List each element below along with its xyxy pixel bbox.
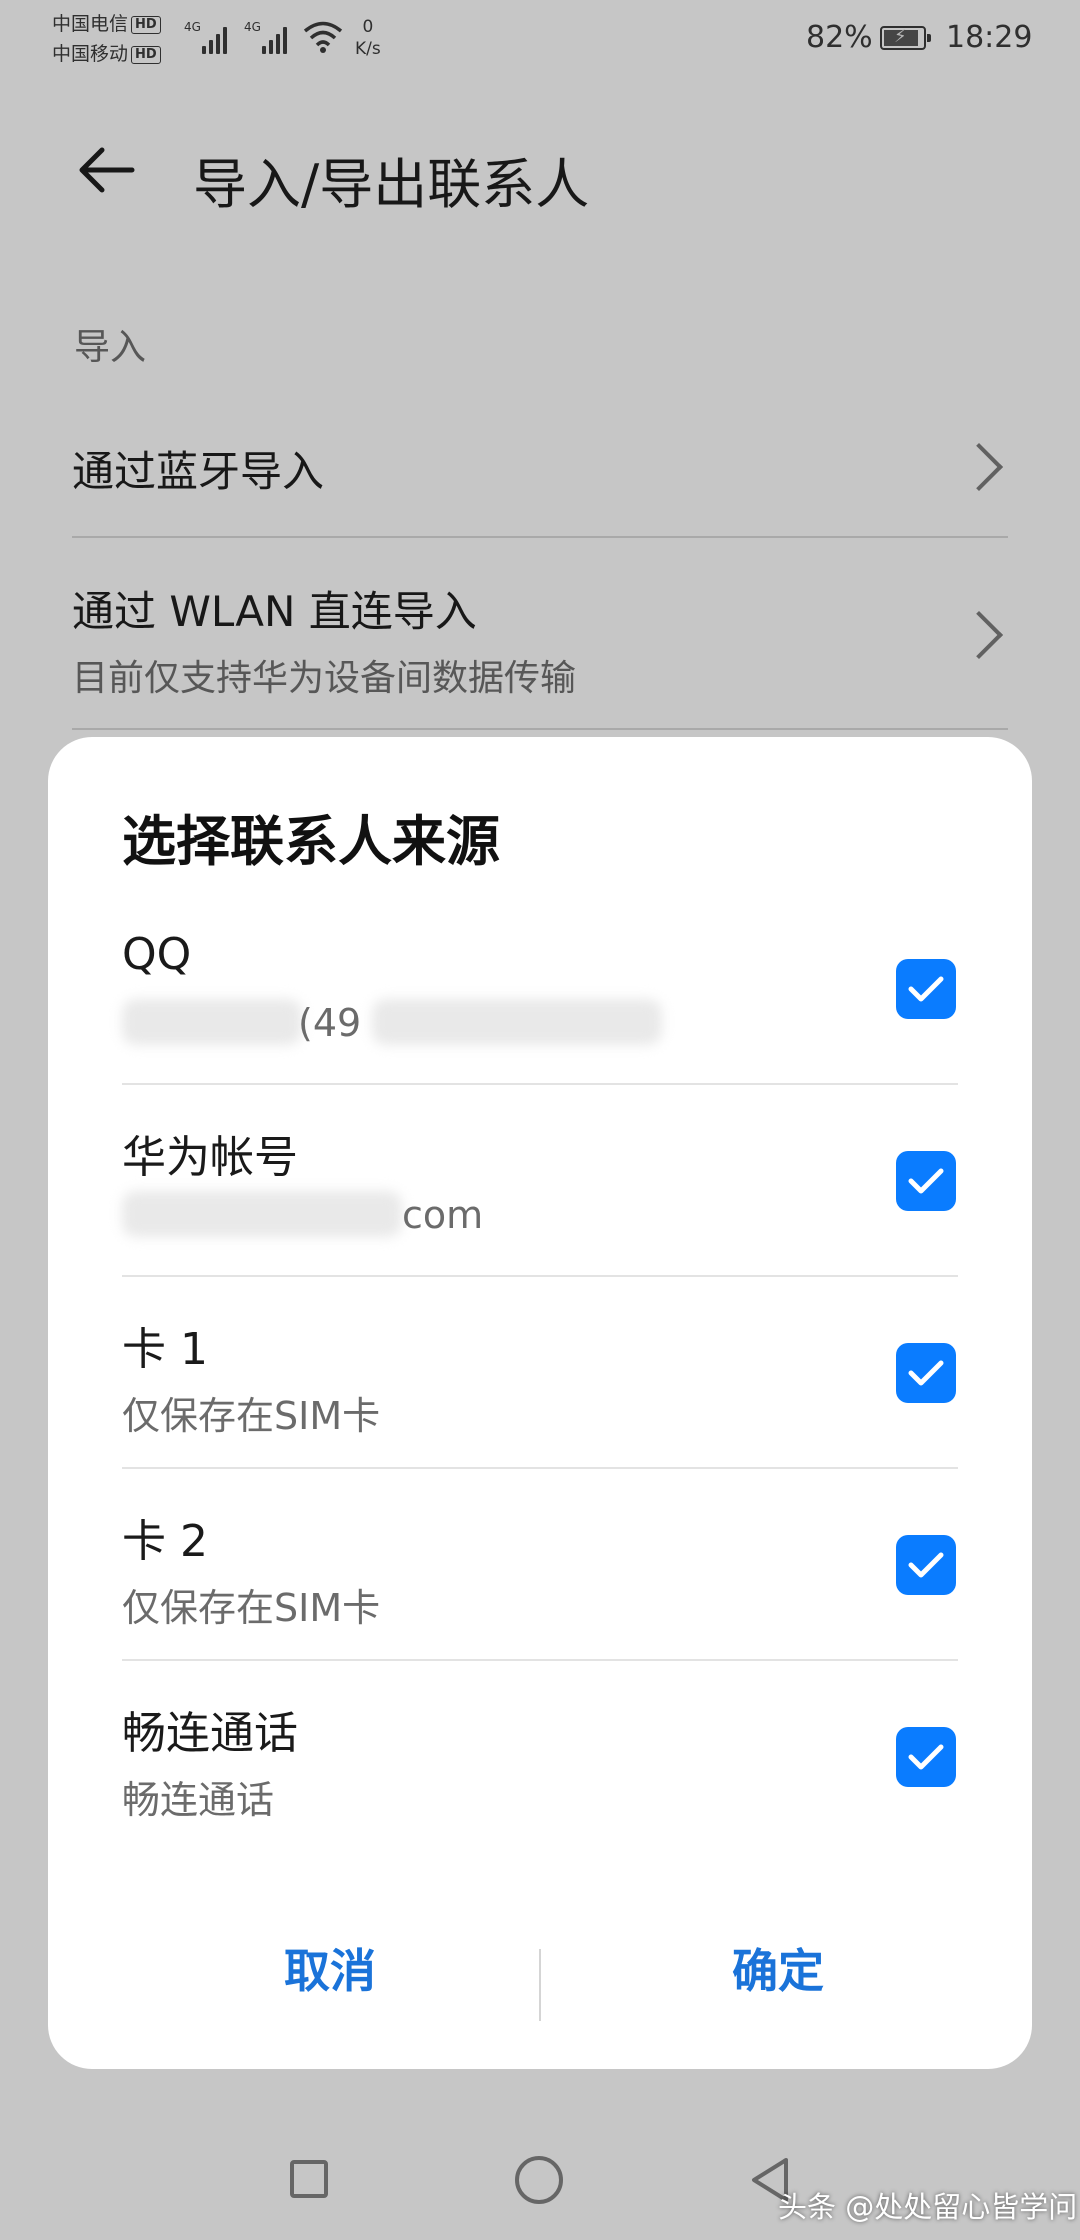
source-checkbox[interactable] [896, 1727, 956, 1787]
checkmark-icon [908, 976, 944, 1002]
source-name: 畅连通话 [122, 1708, 298, 1759]
source-option-qq[interactable]: QQ (49 [122, 893, 958, 1085]
dialog-title: 选择联系人来源 [122, 810, 500, 873]
checkmark-icon [908, 1744, 944, 1770]
source-detail: com [402, 1193, 484, 1237]
redacted-text [122, 999, 302, 1045]
source-checkbox[interactable] [896, 1151, 956, 1211]
redacted-text [122, 1191, 402, 1237]
cancel-button[interactable]: 取消 [120, 1921, 540, 2021]
confirm-button[interactable]: 确定 [568, 1921, 988, 2021]
source-name: 卡 2 [122, 1516, 208, 1567]
checkmark-icon [908, 1360, 944, 1386]
source-detail: 畅连通话 [122, 1778, 275, 1822]
source-detail: 仅保存在SIM卡 [122, 1586, 381, 1630]
button-divider [539, 1949, 541, 2021]
select-contact-source-dialog: 选择联系人来源 QQ (49 华为帐号 com 卡 1 仅保存在SIM卡 卡 2… [48, 737, 1032, 2069]
source-option-card-2[interactable]: 卡 2 仅保存在SIM卡 [122, 1469, 958, 1661]
source-detail: 仅保存在SIM卡 [122, 1394, 381, 1438]
checkmark-icon [908, 1168, 944, 1194]
source-detail: (49 [298, 1001, 362, 1045]
source-name: 卡 1 [122, 1324, 208, 1375]
checkmark-icon [908, 1552, 944, 1578]
watermark-text: 头条 @处处留心皆学问 [778, 2190, 1078, 2224]
source-option-meetime[interactable]: 畅连通话 畅连通话 [122, 1661, 958, 1853]
redacted-text [372, 999, 662, 1045]
source-checkbox[interactable] [896, 1535, 956, 1595]
source-checkbox[interactable] [896, 959, 956, 1019]
source-option-card-1[interactable]: 卡 1 仅保存在SIM卡 [122, 1277, 958, 1469]
source-option-huawei-account[interactable]: 华为帐号 com [122, 1085, 958, 1277]
source-name: 华为帐号 [122, 1132, 298, 1183]
source-name: QQ [122, 929, 192, 980]
source-checkbox[interactable] [896, 1343, 956, 1403]
